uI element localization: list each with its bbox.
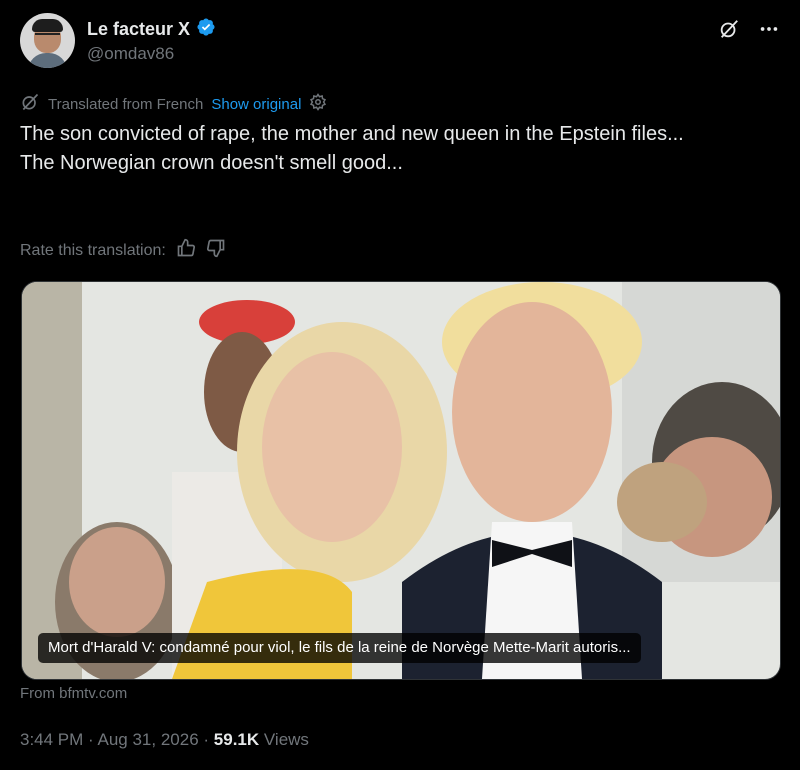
views-label: Views	[263, 730, 309, 749]
rate-label: Rate this translation:	[20, 241, 166, 259]
rate-translation: Rate this translation:	[20, 238, 226, 263]
grok-icon[interactable]	[718, 18, 740, 45]
tweet-time[interactable]: 3:44 PM	[20, 730, 83, 749]
avatar[interactable]	[20, 13, 75, 68]
separator: ·	[88, 730, 98, 749]
translated-label: Translated from French	[48, 95, 204, 113]
tweet-text: The son convicted of rape, the mother an…	[20, 123, 684, 174]
tweet-date[interactable]: Aug 31, 2026	[98, 730, 199, 749]
translate-icon	[20, 92, 40, 116]
separator: ·	[203, 730, 214, 749]
more-icon[interactable]	[758, 18, 780, 45]
thumbs-down-icon[interactable]	[206, 238, 226, 263]
card-source[interactable]: From bfmtv.com	[20, 685, 127, 702]
thumbs-up-icon[interactable]	[176, 238, 196, 263]
author-name-row[interactable]: Le facteur X	[87, 17, 216, 42]
views-count: 59.1K	[213, 730, 260, 749]
tweet-meta: 3:44 PM · Aug 31, 2026 · 59.1K Views	[20, 730, 309, 750]
show-original-link[interactable]: Show original	[211, 96, 301, 113]
tweet-header: Le facteur X @omdav86	[20, 13, 780, 69]
author-handle[interactable]: @omdav86	[87, 44, 174, 64]
verified-badge-icon	[196, 17, 216, 42]
author-name[interactable]: Le facteur X	[87, 19, 190, 40]
gear-icon[interactable]	[309, 93, 327, 115]
link-card[interactable]: Mort d'Harald V: condamné pour viol, le …	[21, 281, 781, 680]
card-caption: Mort d'Harald V: condamné pour viol, le …	[38, 633, 641, 663]
translation-notice: Translated from French Show original	[20, 92, 327, 116]
card-photo	[22, 282, 780, 679]
